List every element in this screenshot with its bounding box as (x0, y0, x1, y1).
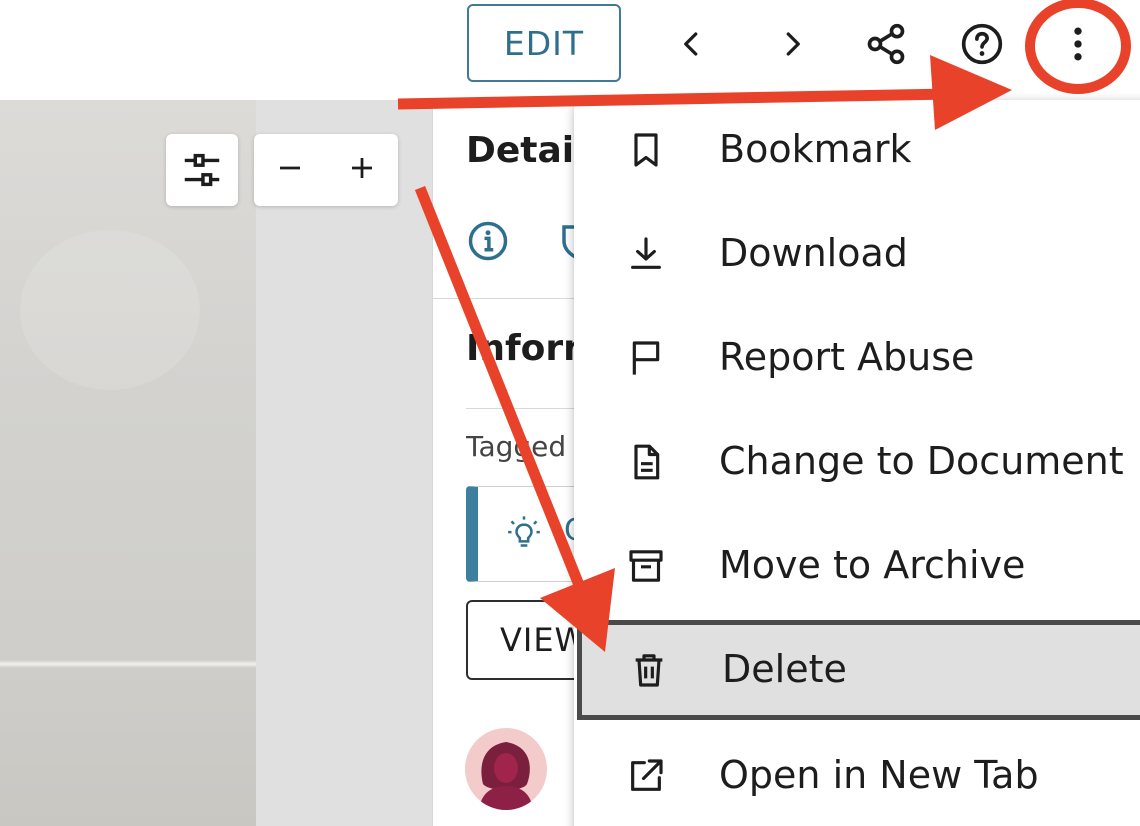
menu-item-change-to-document[interactable]: Change to Document (574, 412, 1140, 512)
trash-icon (627, 648, 671, 692)
viewer-gutter (256, 100, 432, 826)
top-toolbar: EDIT (0, 0, 1140, 100)
image-viewer[interactable] (0, 100, 256, 826)
more-vertical-icon[interactable] (1052, 18, 1104, 70)
menu-item-label: Open in New Tab (719, 753, 1039, 798)
zoom-controls (254, 134, 398, 206)
download-icon (624, 232, 668, 276)
menu-item-label: Move to Archive (719, 543, 1026, 588)
menu-item-move-to-archive[interactable]: Move to Archive (574, 516, 1140, 616)
menu-item-report-abuse[interactable]: Report Abuse (574, 308, 1140, 408)
menu-item-label: Bookmark (719, 127, 912, 172)
menu-item-open-in-new-tab[interactable]: Open in New Tab (574, 726, 1140, 826)
share-icon[interactable] (860, 18, 912, 70)
avatar[interactable] (465, 728, 547, 810)
menu-item-label: Download (719, 231, 908, 276)
adjust-sliders-icon (184, 153, 220, 187)
menu-item-label: Change to Document (719, 439, 1124, 484)
chevron-right-icon[interactable] (766, 18, 818, 70)
menu-item-download[interactable]: Download (574, 204, 1140, 304)
edit-button[interactable]: EDIT (467, 4, 621, 82)
more-options-menu: Bookmark Download Report Abuse Change to… (574, 100, 1140, 826)
bookmark-icon (624, 128, 668, 172)
archive-icon (624, 544, 668, 588)
chevron-left-icon[interactable] (666, 18, 718, 70)
adjust-button[interactable] (166, 134, 238, 206)
external-link-icon (624, 754, 668, 798)
image-texture (20, 230, 200, 390)
zoom-out-icon[interactable] (275, 153, 305, 187)
menu-item-label: Delete (722, 647, 847, 692)
menu-item-delete[interactable]: Delete (577, 620, 1140, 720)
help-icon[interactable] (956, 18, 1008, 70)
image-crease (0, 660, 256, 668)
info-tab-icon[interactable] (467, 220, 509, 266)
flag-icon (624, 336, 668, 380)
menu-item-bookmark[interactable]: Bookmark (574, 100, 1140, 200)
menu-item-label: Report Abuse (719, 335, 975, 380)
zoom-in-icon[interactable] (347, 153, 377, 187)
lightbulb-icon (504, 513, 544, 557)
document-icon (624, 440, 668, 484)
app-root: EDIT Details Infor Tagged VIEW Bookmark … (0, 0, 1140, 826)
